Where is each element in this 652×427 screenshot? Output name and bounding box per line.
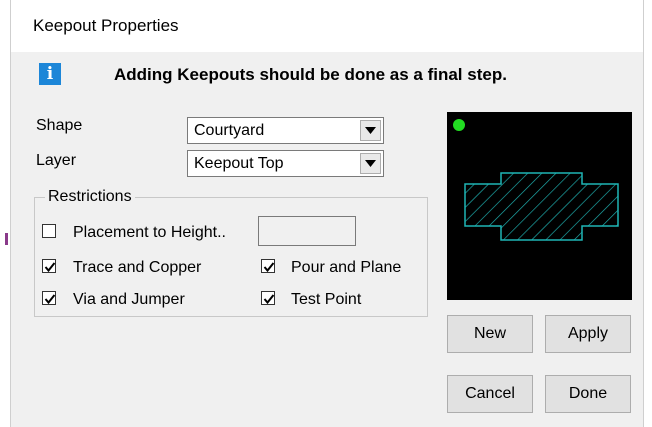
title-bar[interactable]: Keepout Properties — [11, 0, 643, 52]
placement-height-input[interactable] — [258, 216, 356, 246]
trace-and-copper-label: Trace and Copper — [73, 259, 202, 276]
via-and-jumper-label: Via and Jumper — [73, 291, 185, 308]
done-button[interactable]: Done — [545, 375, 631, 413]
pour-and-plane-checkbox[interactable] — [261, 259, 275, 273]
test-point-checkbox[interactable] — [261, 291, 275, 305]
new-button[interactable]: New — [447, 315, 533, 353]
placement-to-height-checkbox[interactable] — [42, 224, 56, 238]
restrictions-group-label: Restrictions — [45, 188, 135, 206]
shape-dropdown[interactable]: Courtyard — [187, 117, 384, 144]
placement-to-height-label: Placement to Height.. — [73, 224, 226, 241]
keepout-properties-dialog: Keepout Properties i Adding Keepouts sho… — [10, 0, 644, 427]
shape-label: Shape — [36, 117, 83, 134]
layer-dropdown[interactable]: Keepout Top — [187, 150, 384, 177]
keepout-shape — [464, 172, 619, 241]
dialog-title: Keepout Properties — [33, 16, 179, 35]
info-icon: i — [39, 63, 61, 85]
trace-and-copper-checkbox[interactable] — [42, 259, 56, 273]
chevron-down-icon[interactable] — [360, 153, 381, 174]
background-edge-mark — [5, 233, 8, 245]
layer-label: Layer — [36, 152, 77, 169]
keepout-preview — [447, 112, 632, 300]
notice-text: Adding Keepouts should be done as a fina… — [114, 65, 507, 84]
via-and-jumper-checkbox[interactable] — [42, 291, 56, 305]
test-point-label: Test Point — [291, 291, 362, 308]
cancel-button[interactable]: Cancel — [447, 375, 533, 413]
apply-button[interactable]: Apply — [545, 315, 631, 353]
shape-dropdown-value: Courtyard — [194, 122, 265, 139]
chevron-down-icon[interactable] — [360, 120, 381, 141]
layer-dropdown-value: Keepout Top — [194, 155, 284, 172]
origin-dot — [453, 119, 465, 131]
pour-and-plane-label: Pour and Plane — [291, 259, 402, 276]
